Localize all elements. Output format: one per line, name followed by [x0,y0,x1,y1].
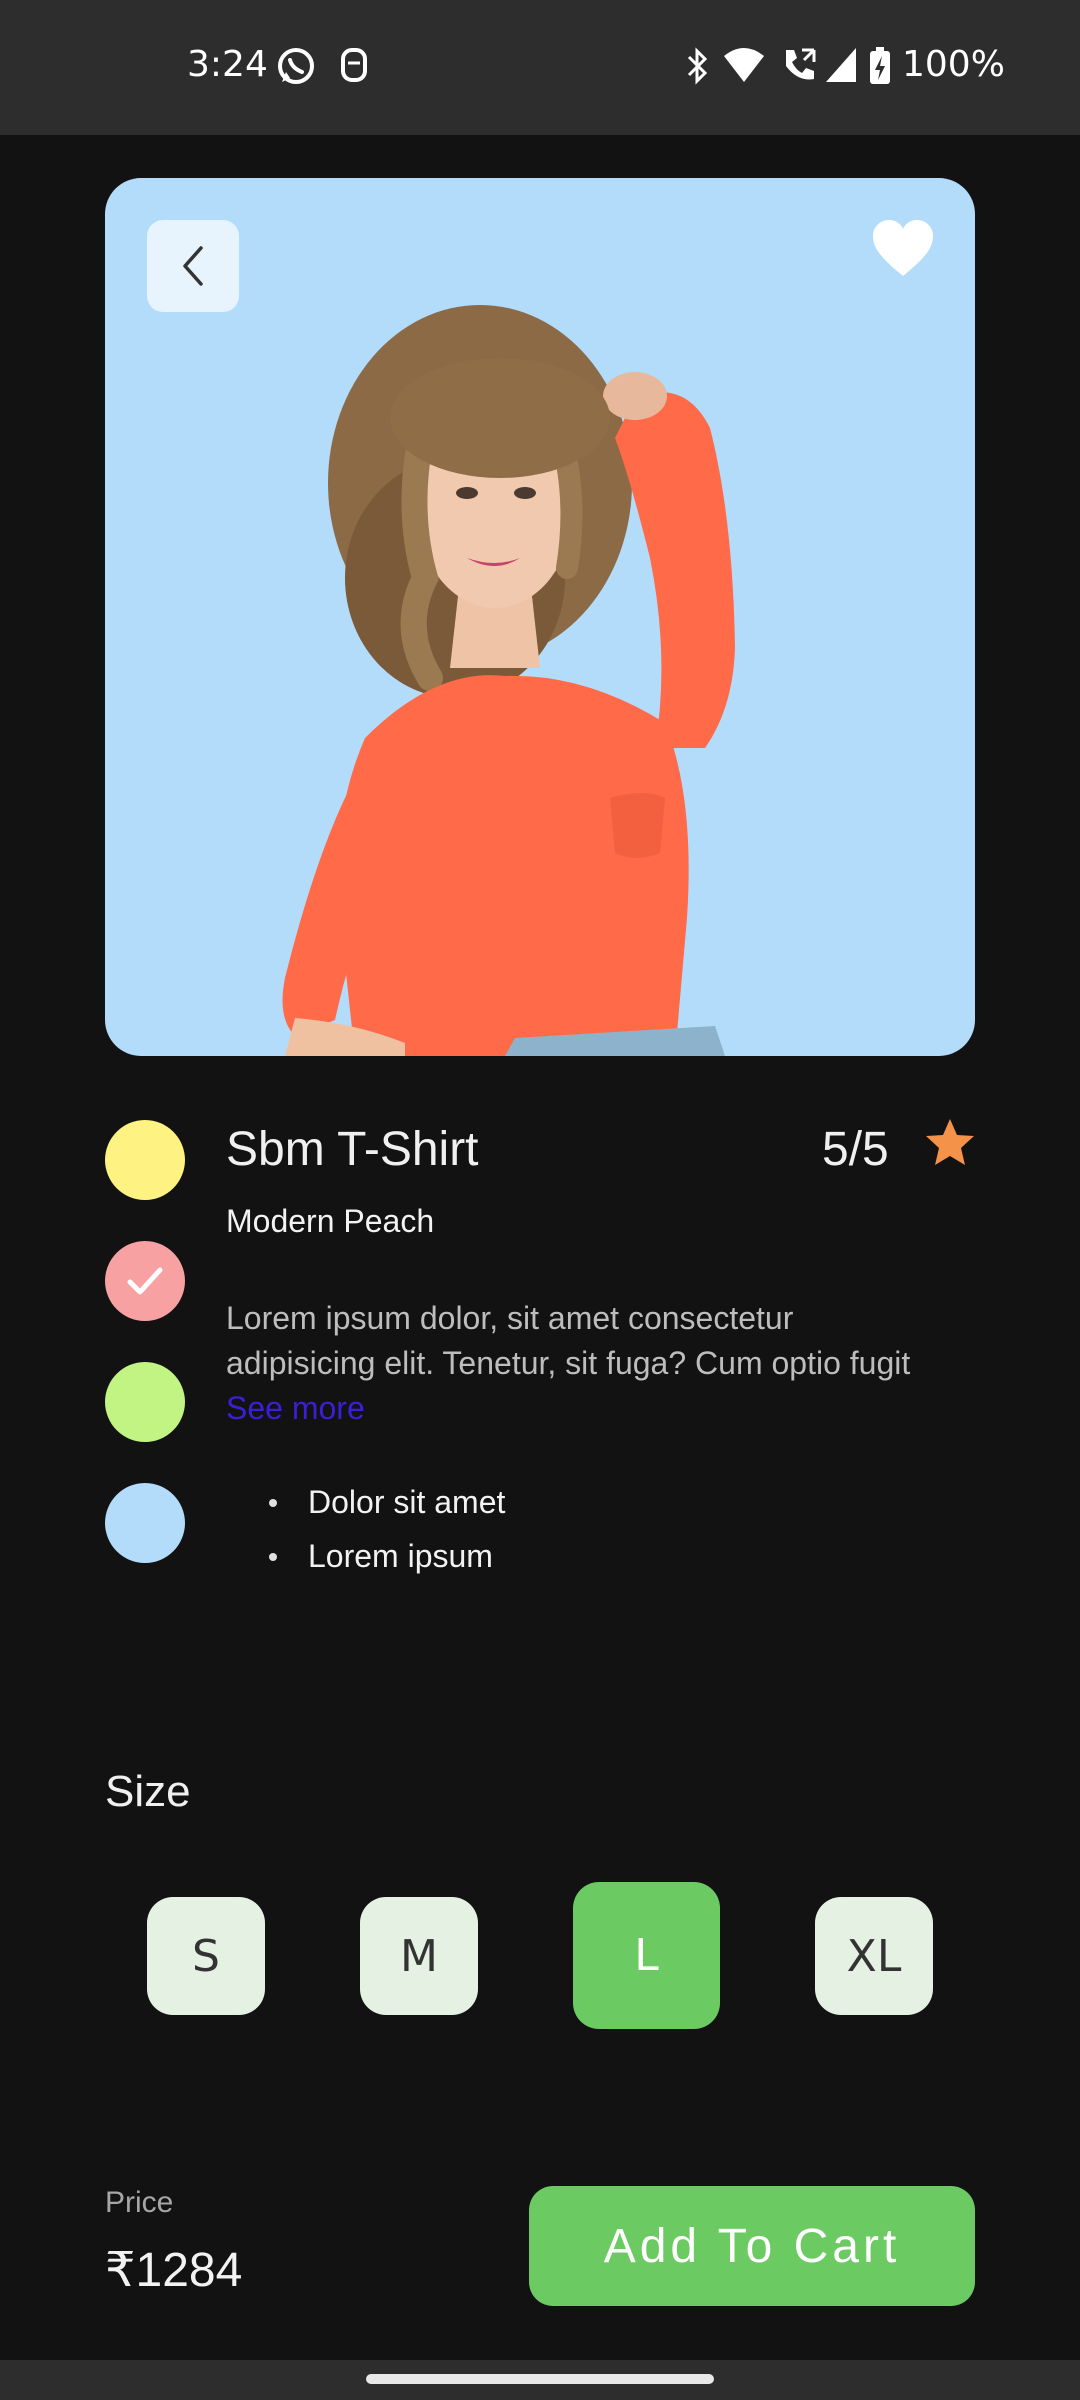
product-image-card [105,178,975,1056]
swatch-blue[interactable] [105,1483,185,1563]
battery-icon [870,47,890,84]
product-title: Sbm T-Shirt [226,1123,479,1176]
bluetooth-icon [687,47,708,85]
product-color-name: Modern Peach [226,1203,435,1239]
call-icon [786,48,816,80]
system-nav-bar [0,2360,1080,2400]
notification-icon [341,48,367,82]
swatch-peach[interactable] [105,1241,185,1321]
price-label: Price [105,2186,174,2219]
status-bar: 3:24 100% [0,0,1080,135]
wifi-icon [724,48,764,82]
battery-percent: 100% [902,44,1005,85]
size-label: Size [105,1767,191,1816]
swatch-yellow[interactable] [105,1120,185,1200]
list-item: Dolor sit amet [226,1475,505,1529]
product-photo [282,305,735,1056]
product-rating: 5/5 [822,1123,889,1176]
whatsapp-icon [278,48,314,84]
home-indicator[interactable] [366,2374,714,2384]
swatch-green[interactable] [105,1362,185,1442]
list-item: Lorem ipsum [226,1529,505,1583]
favorite-heart-icon[interactable] [871,218,935,278]
back-button[interactable] [147,220,239,312]
add-to-cart-button[interactable]: Add To Cart [529,2186,975,2306]
status-time: 3:24 [187,44,268,85]
size-option-l[interactable]: L [573,1882,720,2029]
size-option-s[interactable]: S [147,1897,265,2015]
see-more-link[interactable]: See more [226,1390,365,1426]
checkmark-icon [127,1267,163,1295]
chevron-left-icon [183,246,203,286]
signal-icon [826,48,856,82]
feature-list: Dolor sit amet Lorem ipsum [226,1475,505,1583]
size-option-xl[interactable]: XL [815,1897,933,2015]
price-value: ₹1284 [105,2244,243,2297]
description-text: Lorem ipsum dolor, sit amet consectetur … [226,1300,911,1381]
size-option-m[interactable]: M [360,1897,478,2015]
product-description: Lorem ipsum dolor, sit amet consectetur … [226,1296,926,1431]
star-icon [926,1119,974,1165]
